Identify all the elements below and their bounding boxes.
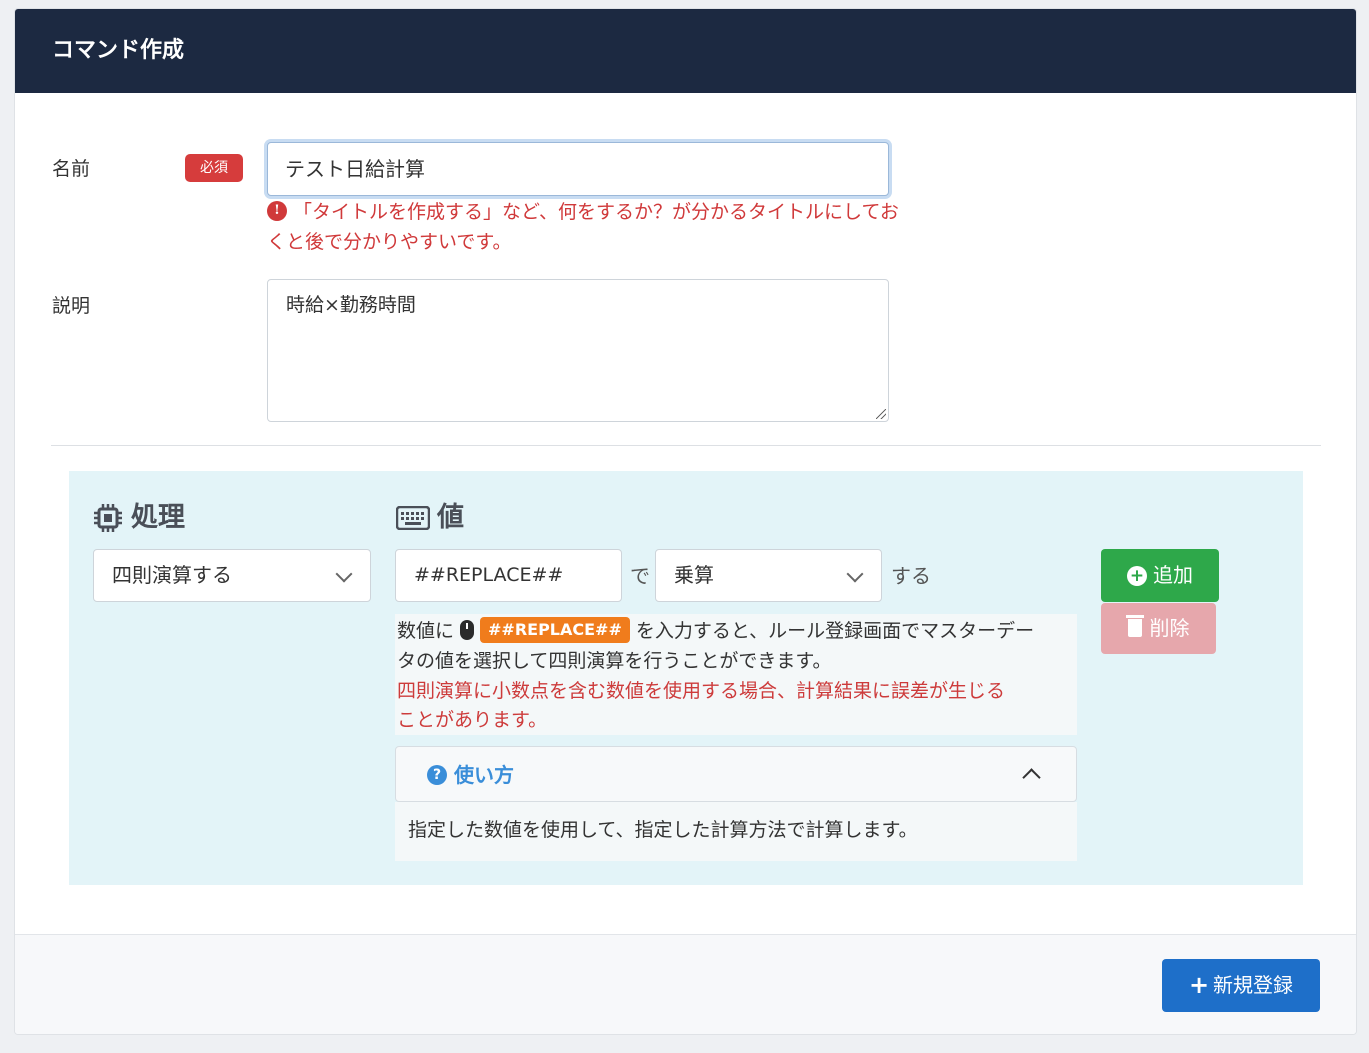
process-type-select[interactable]: 四則演算する (93, 549, 371, 602)
delete-button[interactable]: 削除 (1101, 603, 1216, 654)
howto-accordion-header[interactable]: ? 使い方 (395, 746, 1077, 802)
plus-icon: + (1188, 971, 1210, 999)
resize-grip-icon[interactable] (876, 409, 886, 419)
operation-select[interactable]: 乗算 (655, 549, 882, 602)
value-heading: 値 (437, 502, 464, 533)
help-line-2: タの値を選択して四則演算を行うことができます。 (397, 650, 832, 672)
help-warning-1: 四則演算に小数点を含む数値を使用する場合、計算結果に誤差が生じる (397, 680, 1006, 702)
required-badge: 必須 (185, 154, 243, 182)
card-header: コマンド作成 (15, 9, 1356, 93)
help-line1-suffix: を入力すると、ルール登録画面でマスターデー (635, 620, 1035, 642)
trash-icon (1125, 615, 1144, 637)
name-error-message: 「タイトルを作成する」など、何をするか？が分かるタイトルにしておくと後で分かりや… (267, 201, 899, 253)
question-circle-icon: ? (427, 765, 447, 785)
name-label: 名前 (52, 158, 91, 180)
command-create-card: コマンド作成 名前 必須 テスト日給計算 ! 「タイトルを作成する」など、何をす… (14, 8, 1357, 1035)
suru-text: する (891, 564, 931, 588)
value-input[interactable]: ##REPLACE## (395, 549, 622, 602)
add-button-label: 追加 (1153, 563, 1193, 587)
description-textarea[interactable]: 時給×勤務時間 (267, 279, 889, 422)
submit-button[interactable]: + 新規登録 (1162, 959, 1320, 1012)
description-text: 時給×勤務時間 (286, 294, 416, 316)
howto-title: 使い方 (454, 763, 514, 787)
help-box: 数値に ##REPLACE## を入力すると、ルール登録画面でマスターデー タの値… (395, 614, 1077, 735)
de-text: で (630, 564, 650, 588)
description-label: 説明 (52, 295, 91, 317)
howto-body: 指定した数値を使用して、指定した計算方法で計算します。 (395, 802, 1077, 861)
keyboard-icon (396, 506, 430, 530)
help-line-1: 数値に ##REPLACE## を入力すると、ルール登録画面でマスターデー (397, 616, 1077, 646)
delete-button-label: 削除 (1149, 616, 1190, 640)
help-warning-2: ことがあります。 (397, 709, 548, 731)
chevron-up-icon[interactable] (1022, 768, 1041, 787)
plus-circle-icon: + (1127, 566, 1147, 586)
divider (51, 445, 1321, 446)
card-footer: + 新規登録 (15, 934, 1356, 1034)
name-input[interactable]: テスト日給計算 (267, 142, 889, 196)
chevron-down-icon (846, 565, 864, 583)
cpu-chip-icon (94, 504, 122, 532)
process-type-value: 四則演算する (112, 563, 232, 587)
operation-value: 乗算 (674, 563, 714, 587)
submit-button-label: 新規登録 (1213, 973, 1294, 997)
page-title: コマンド作成 (52, 38, 185, 63)
process-heading: 処理 (131, 502, 185, 533)
help-prefix: 数値に (397, 620, 455, 642)
replace-tag: ##REPLACE## (480, 617, 630, 643)
chevron-down-icon (335, 565, 353, 583)
howto-accordion: ? 使い方 指定した数値を使用して、指定した計算方法で計算します。 (395, 746, 1077, 861)
process-panel: 処理 値 四則演算する ##REPLACE## で 乗算 する + 追加 削除 (69, 471, 1303, 885)
mouse-icon (460, 620, 475, 640)
add-button[interactable]: + 追加 (1101, 549, 1219, 602)
